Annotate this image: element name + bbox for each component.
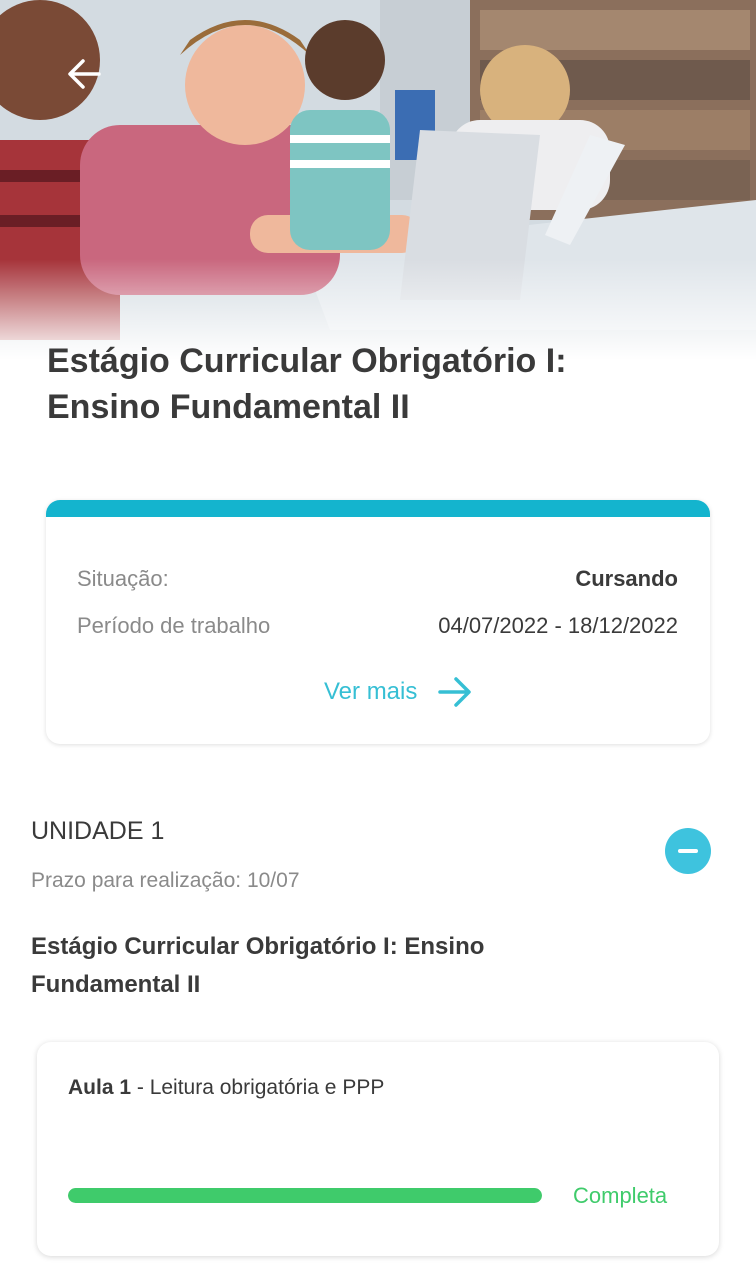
period-value: 04/07/2022 - 18/12/2022 xyxy=(438,613,678,638)
page-title-line1: Estágio Curricular Obrigatório I: xyxy=(47,342,567,380)
unit-subtitle-line2: Fundamental II xyxy=(31,971,201,998)
unit-deadline: Prazo para realização: 10/07 xyxy=(31,869,300,892)
status-label: Situação: xyxy=(77,566,169,591)
period-label: Período de trabalho xyxy=(77,613,271,638)
see-more-link[interactable]: Ver mais xyxy=(324,672,473,712)
period-row: Período de trabalho 04/07/2022 - 18/12/2… xyxy=(77,611,678,641)
minus-icon xyxy=(678,849,698,853)
status-row: Situação: Cursando xyxy=(77,564,678,594)
card-accent-bar xyxy=(46,500,710,517)
collapse-unit-button[interactable] xyxy=(665,828,711,874)
unit-title: UNIDADE 1 xyxy=(31,817,165,845)
arrow-left-icon xyxy=(68,59,101,89)
unit-subtitle-line1: Estágio Curricular Obrigatório I: Ensino xyxy=(31,933,485,960)
back-button[interactable] xyxy=(60,52,108,96)
lesson-name: - Leitura obrigatória e PPP xyxy=(131,1076,385,1099)
page-title-line2: Ensino Fundamental II xyxy=(47,388,410,426)
arrow-right-icon xyxy=(438,677,472,707)
hero-image xyxy=(0,0,756,360)
status-value: Cursando xyxy=(575,566,678,591)
see-more-label: Ver mais xyxy=(324,678,418,705)
lesson-card[interactable]: Aula 1 - Leitura obrigatória e PPP Compl… xyxy=(37,1042,719,1256)
unit-subtitle: Estágio Curricular Obrigatório I: Ensino… xyxy=(31,928,591,1004)
page-title: Estágio Curricular Obrigatório I: Ensino… xyxy=(47,338,687,430)
lesson-number: Aula 1 xyxy=(68,1076,132,1099)
lesson-progress-bar xyxy=(68,1188,542,1203)
lesson-progress-fill xyxy=(68,1188,542,1203)
course-info-card: Situação: Cursando Período de trabalho 0… xyxy=(46,500,710,744)
lesson-title: Aula 1 - Leitura obrigatória e PPP xyxy=(68,1076,384,1100)
lesson-status: Completa xyxy=(573,1183,668,1208)
hero-illustration xyxy=(0,0,756,360)
